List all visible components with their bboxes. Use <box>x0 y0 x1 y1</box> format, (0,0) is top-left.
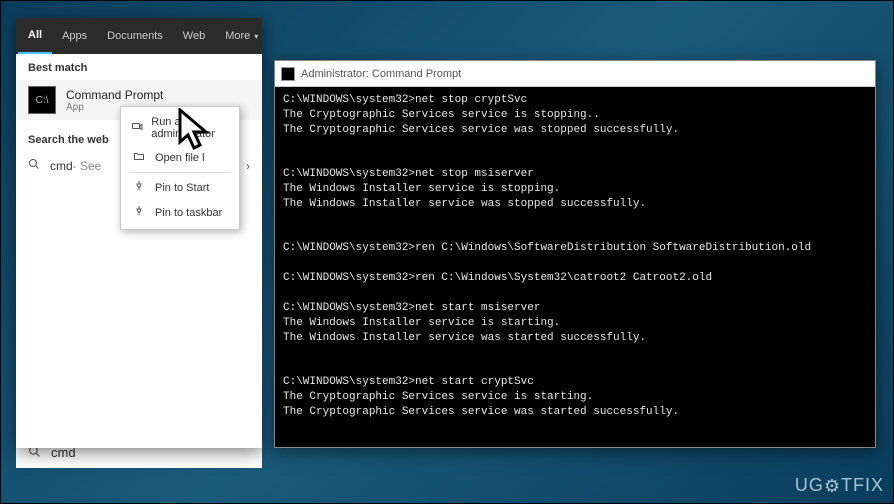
search-tabs: All Apps Documents Web More ▾ <box>16 18 262 54</box>
cmd-body[interactable]: C:\WINDOWS\system32>net stop cryptSvc Th… <box>275 87 875 447</box>
chevron-down-icon: ▾ <box>254 32 258 41</box>
cmd-title-text: Administrator: Command Prompt <box>301 68 461 80</box>
cmd-window: Administrator: Command Prompt C:\WINDOWS… <box>274 60 876 448</box>
ctx-pin-to-start[interactable]: Pin to Start <box>121 175 239 200</box>
ctx-open-file-location[interactable]: Open file l <box>121 145 239 170</box>
gear-icon: ⚙ <box>824 476 841 497</box>
result-title: Command Prompt <box>66 88 163 102</box>
tab-all[interactable]: All <box>18 18 52 54</box>
folder-icon <box>131 150 147 165</box>
search-icon <box>28 158 40 173</box>
ctx-pin-to-taskbar[interactable]: Pin to taskbar <box>121 200 239 225</box>
best-match-header: Best match <box>16 54 262 80</box>
cmd-titlebar[interactable]: Administrator: Command Prompt <box>275 61 875 87</box>
context-menu: Run as administrator Open file l Pin to … <box>120 106 240 230</box>
shield-icon <box>131 121 143 136</box>
cmd-window-icon <box>281 67 295 81</box>
web-result-suffix: - See <box>73 159 102 173</box>
ctx-run-as-admin-label: Run as administrator <box>151 116 229 140</box>
search-panel: All Apps Documents Web More ▾ Best match… <box>16 18 262 448</box>
tab-documents[interactable]: Documents <box>97 18 173 54</box>
web-result-query: cmd <box>50 159 73 173</box>
pin-icon <box>131 205 147 220</box>
ctx-pin-to-start-label: Pin to Start <box>155 182 209 194</box>
watermark: UG⚙TFIX <box>795 475 884 496</box>
tab-more-label: More <box>225 30 250 42</box>
ctx-open-file-location-label: Open file l <box>155 152 205 164</box>
ctx-run-as-admin[interactable]: Run as administrator <box>121 111 239 145</box>
ctx-pin-to-taskbar-label: Pin to taskbar <box>155 207 222 219</box>
tab-web[interactable]: Web <box>173 18 215 54</box>
cmd-app-icon: C:\ <box>28 86 56 114</box>
tab-more[interactable]: More ▾ <box>215 18 268 54</box>
ctx-separator <box>129 172 231 173</box>
chevron-right-icon: › <box>246 159 250 173</box>
tab-apps[interactable]: Apps <box>52 18 97 54</box>
pin-icon <box>131 180 147 195</box>
